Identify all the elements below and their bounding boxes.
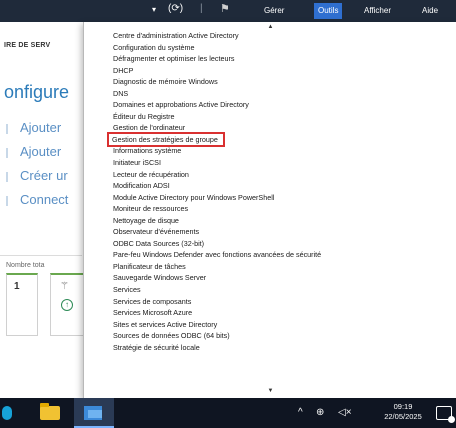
menu-item-label: Module Active Directory pour Windows Pow…	[113, 192, 275, 202]
menu-gerer[interactable]: Gérer	[260, 3, 288, 19]
menu-item[interactable]: Informations système	[84, 145, 456, 157]
menu-item[interactable]: Gestion de l'ordinateur	[84, 122, 456, 134]
menu-aide[interactable]: Aide	[418, 3, 442, 19]
menu-item[interactable]: Modification ADSI	[84, 180, 456, 192]
dashboard-header: IRE DE SERV	[4, 42, 51, 49]
menu-item[interactable]: Configuration du système	[84, 42, 456, 54]
menu-item[interactable]: Nettoyage de disque	[84, 215, 456, 227]
menu-item-label: Domaines et approbations Active Director…	[113, 100, 249, 110]
server-manager-icon[interactable]	[84, 406, 102, 420]
server-icon: ⚚	[60, 281, 69, 292]
menu-item-label: Lecteur de récupération	[113, 169, 189, 179]
menu-item-label: Moniteur de ressources	[113, 204, 189, 214]
dashboard-title: onfigure	[4, 82, 70, 102]
menu-item-label: Défragmenter et optimiser les lecteurs	[113, 54, 235, 64]
menu-item[interactable]: Sources de données ODBC (64 bits)	[84, 330, 456, 342]
menu-item[interactable]: Éditeur du Registre	[84, 111, 456, 123]
taskbar: ^ ⊕ ◁× 09:19 22/05/2025	[0, 398, 456, 428]
status-ok-icon: ↑	[61, 299, 73, 311]
clock-time: 09:19	[393, 402, 413, 411]
network-icon[interactable]: ⊕	[316, 407, 324, 418]
start-icon[interactable]	[2, 406, 12, 420]
menu-item[interactable]: DHCP	[84, 65, 456, 77]
menu-item-highlighted[interactable]: Gestion des stratégies de groupe	[84, 131, 456, 147]
menu-item[interactable]: Lecteur de récupération	[84, 169, 456, 181]
menu-item[interactable]: Défragmenter et optimiser les lecteurs	[84, 53, 456, 65]
menu-item[interactable]: Sites et services Active Directory	[84, 319, 456, 331]
menu-item[interactable]: Services Microsoft Azure	[84, 307, 456, 319]
link-marker	[6, 148, 14, 158]
menu-item-label: DHCP	[113, 65, 134, 75]
clock-date: 22/05/2025	[384, 412, 422, 421]
menu-item[interactable]: Sauvegarde Windows Server	[84, 272, 456, 284]
menu-item-label: DNS	[113, 88, 129, 98]
file-explorer-icon[interactable]	[40, 403, 60, 420]
tile-roles[interactable]	[6, 273, 38, 336]
menu-item[interactable]: Services	[84, 284, 456, 296]
top-toolbar: ▾ (⟳) | ⚑ Gérer Outils Afficher Aide	[0, 0, 456, 22]
menu-item-label: Nettoyage de disque	[113, 215, 179, 225]
link-marker	[6, 196, 14, 206]
volume-muted-icon[interactable]: ◁×	[338, 407, 352, 418]
menu-item-label: Centre d'administration Active Directory	[113, 31, 239, 40]
separator: |	[200, 3, 203, 14]
menu-item-label: Gestion de l'ordinateur	[113, 123, 186, 133]
divider	[0, 255, 82, 256]
menu-item[interactable]: Services de composants	[84, 296, 456, 308]
link-connecter[interactable]: Connect	[20, 192, 68, 207]
menu-item[interactable]: Domaines et approbations Active Director…	[84, 99, 456, 111]
menu-item-label: Planificateur de tâches	[113, 261, 186, 271]
dropdown-arrow-icon[interactable]: ▾	[152, 5, 156, 14]
menu-afficher[interactable]: Afficher	[360, 3, 395, 19]
menu-item[interactable]: Module Active Directory pour Windows Pow…	[84, 192, 456, 204]
menu-item[interactable]: Planificateur de tâches	[84, 261, 456, 273]
flag-icon[interactable]: ⚑	[220, 2, 230, 15]
menu-item[interactable]: Initiateur iSCSI	[84, 157, 456, 169]
menu-item-label: Services de composants	[113, 296, 192, 306]
menu-item-label: ODBC Data Sources (32-bit)	[113, 238, 205, 248]
link-ajouter-roles[interactable]: Ajouter	[20, 120, 61, 135]
menu-item[interactable]: Pare-feu Windows Defender avec fonctions…	[84, 249, 456, 261]
menu-item-label: Modification ADSI	[113, 181, 170, 191]
menu-item[interactable]: Observateur d'événements	[84, 226, 456, 238]
menu-item-label: Pare-feu Windows Defender avec fonctions…	[113, 250, 322, 260]
refresh-icon[interactable]: (⟳)	[168, 3, 183, 14]
link-creer-groupe[interactable]: Créer ur	[20, 168, 68, 183]
menu-item-label: Gestion des stratégies de groupe	[107, 131, 225, 147]
menu-item[interactable]: Diagnostic de mémoire Windows	[84, 76, 456, 88]
menu-item-label: Observateur d'événements	[113, 227, 200, 237]
chevron-up-icon[interactable]: ^	[298, 407, 303, 418]
link-marker	[6, 172, 14, 182]
menu-item[interactable]: ODBC Data Sources (32-bit)	[84, 238, 456, 250]
menu-list: Centre d'administration Active Directory…	[84, 30, 456, 353]
tile-count: 1	[14, 281, 20, 292]
count-label: Nombre tota	[6, 262, 45, 269]
scroll-down-icon[interactable]: ▼	[84, 388, 456, 394]
menu-outils[interactable]: Outils	[314, 3, 343, 19]
menu-item[interactable]: DNS	[84, 88, 456, 100]
menu-item-label: Sauvegarde Windows Server	[113, 273, 207, 283]
menu-item-label: Initiateur iSCSI	[113, 158, 161, 168]
clock[interactable]: 09:19 22/05/2025	[376, 402, 430, 422]
notifications-icon[interactable]	[436, 406, 455, 423]
menu-item-label: Sources de données ODBC (64 bits)	[113, 331, 230, 341]
outils-dropdown-menu: ▲ Centre d'administration Active Directo…	[83, 22, 456, 398]
menu-item-label: Informations système	[113, 146, 182, 156]
menu-item-label: Configuration du système	[113, 42, 195, 52]
menu-item-label: Services Microsoft Azure	[113, 308, 193, 318]
menu-item-label: Diagnostic de mémoire Windows	[113, 77, 218, 87]
menu-item-label: Services	[113, 285, 141, 295]
menu-item[interactable]: Centre d'administration Active Directory	[84, 30, 456, 42]
menu-item[interactable]: Moniteur de ressources	[84, 203, 456, 215]
menu-item-label: Stratégie de sécurité locale	[113, 342, 200, 352]
menu-item-label: Éditeur du Registre	[113, 111, 175, 121]
menu-item[interactable]: Stratégie de sécurité locale	[84, 342, 456, 354]
link-ajouter-serveurs[interactable]: Ajouter	[20, 144, 61, 159]
link-marker	[6, 124, 14, 134]
menu-item-label: Sites et services Active Directory	[113, 319, 218, 329]
